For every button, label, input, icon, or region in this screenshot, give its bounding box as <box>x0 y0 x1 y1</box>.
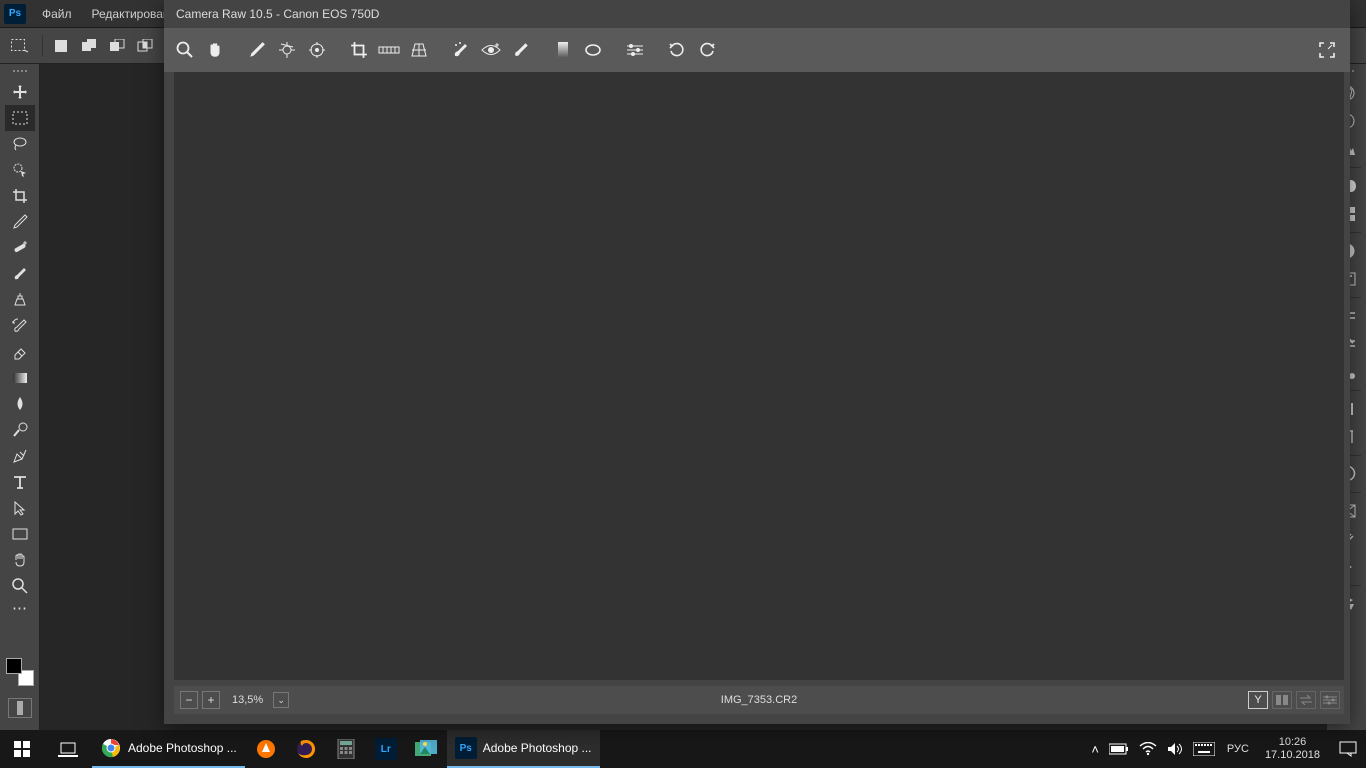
windows-taskbar: Adobe Photoshop ... Lr Ps Adobe Photosho… <box>0 730 1366 768</box>
tray-clock[interactable]: 10:26 17.10.2018 <box>1255 736 1330 762</box>
tray-keyboard-icon[interactable] <box>1193 742 1215 756</box>
pen-tool-icon[interactable] <box>5 443 35 469</box>
history-brush-tool-icon[interactable] <box>5 313 35 339</box>
tray-time: 10:26 <box>1265 736 1320 749</box>
intersect-selection-icon[interactable] <box>133 34 157 58</box>
cr-zoom-tool-icon[interactable] <box>172 37 198 63</box>
lightroom-icon: Lr <box>375 738 397 760</box>
cr-rotate-cw-icon[interactable] <box>694 37 720 63</box>
cr-settings-icon[interactable] <box>1320 691 1340 709</box>
cr-white-balance-icon[interactable] <box>244 37 270 63</box>
tray-volume-icon[interactable] <box>1167 742 1183 756</box>
subtract-selection-icon[interactable] <box>105 34 129 58</box>
taskbar-lightroom[interactable]: Lr <box>367 730 405 768</box>
cr-zoom-dropdown[interactable]: ⌄ <box>273 692 289 708</box>
cr-color-sampler-icon[interactable] <box>274 37 300 63</box>
tray-battery-icon[interactable] <box>1109 743 1129 755</box>
brush-tool-icon[interactable] <box>5 261 35 287</box>
start-button[interactable] <box>0 730 44 768</box>
cr-crop-tool-icon[interactable] <box>346 37 372 63</box>
cr-clip-shadow-icon[interactable]: Y <box>1248 691 1268 709</box>
tray-date: 17.10.2018 <box>1265 749 1320 762</box>
cr-straighten-tool-icon[interactable] <box>376 37 402 63</box>
cr-redeye-tool-icon[interactable] <box>478 37 504 63</box>
move-tool-icon[interactable] <box>5 79 35 105</box>
blur-tool-icon[interactable] <box>5 391 35 417</box>
avast-icon <box>255 738 277 760</box>
taskbar-firefox[interactable] <box>287 730 325 768</box>
camera-raw-preview[interactable] <box>174 72 1344 680</box>
marquee-tool-icon[interactable] <box>5 105 35 131</box>
add-selection-icon[interactable] <box>77 34 101 58</box>
chrome-icon <box>100 737 122 759</box>
hand-tool-icon[interactable] <box>5 547 35 573</box>
tray-language[interactable]: РУС <box>1221 743 1255 755</box>
cr-hand-tool-icon[interactable] <box>202 37 228 63</box>
cr-zoom-in-button[interactable]: + <box>202 691 220 709</box>
drag-handle-icon[interactable] <box>6 70 34 75</box>
taskbar-photoshop-label: Adobe Photoshop ... <box>483 741 592 755</box>
path-select-tool-icon[interactable] <box>5 495 35 521</box>
tray-up-icon[interactable]: ˄ <box>1091 742 1099 757</box>
lasso-tool-icon[interactable] <box>5 131 35 157</box>
quick-mask-icon[interactable] <box>8 698 32 718</box>
cr-before-after-icon[interactable] <box>1272 691 1292 709</box>
camera-raw-statusbar: − + 13,5% ⌄ IMG_7353.CR2 Y <box>174 686 1344 714</box>
foreground-background-swatch[interactable] <box>6 658 34 686</box>
separator <box>42 35 43 57</box>
camera-raw-toolbar <box>164 28 1350 72</box>
dodge-tool-icon[interactable] <box>5 417 35 443</box>
calculator-icon <box>335 738 357 760</box>
taskbar-chrome-label: Adobe Photoshop ... <box>128 741 237 755</box>
type-tool-icon[interactable] <box>5 469 35 495</box>
firefox-icon <box>295 738 317 760</box>
cr-graduated-filter-icon[interactable] <box>550 37 576 63</box>
cr-preferences-icon[interactable] <box>622 37 648 63</box>
taskbar-photos[interactable] <box>407 730 445 768</box>
taskbar-calculator[interactable] <box>327 730 365 768</box>
cr-rotate-ccw-icon[interactable] <box>664 37 690 63</box>
tray-wifi-icon[interactable] <box>1139 742 1157 756</box>
cr-fullscreen-icon[interactable] <box>1314 37 1340 63</box>
eyedropper-tool-icon[interactable] <box>5 209 35 235</box>
photos-icon <box>415 738 437 760</box>
zoom-tool-icon[interactable] <box>5 573 35 599</box>
cr-zoom-value: 13,5% <box>232 694 263 706</box>
camera-raw-title: Camera Raw 10.5 - Canon EOS 750D <box>164 0 1350 28</box>
camera-raw-window: Camera Raw 10.5 - Canon EOS 750D − + 13,… <box>164 0 1350 724</box>
photoshop-logo[interactable]: Ps <box>4 4 26 24</box>
photoshop-icon: Ps <box>455 737 477 759</box>
task-view-button[interactable] <box>46 730 90 768</box>
cr-adjustment-brush-icon[interactable] <box>508 37 534 63</box>
taskbar-photoshop[interactable]: Ps Adobe Photoshop ... <box>447 730 600 768</box>
healing-brush-tool-icon[interactable] <box>5 235 35 261</box>
clone-stamp-tool-icon[interactable] <box>5 287 35 313</box>
marquee-options-icon[interactable] <box>8 34 32 58</box>
crop-tool-icon[interactable] <box>5 183 35 209</box>
new-selection-icon[interactable] <box>49 34 73 58</box>
edit-toolbar-icon[interactable]: ⋯ <box>5 599 35 617</box>
taskbar-avast[interactable] <box>247 730 285 768</box>
gradient-tool-icon[interactable] <box>5 365 35 391</box>
taskbar-chrome[interactable]: Adobe Photoshop ... <box>92 730 245 768</box>
cr-targeted-adjust-icon[interactable] <box>304 37 330 63</box>
cr-radial-filter-icon[interactable] <box>580 37 606 63</box>
tray-notifications-icon[interactable] <box>1330 730 1366 768</box>
left-toolbar: ⋯ <box>0 64 40 730</box>
cr-transform-tool-icon[interactable] <box>406 37 432 63</box>
eraser-tool-icon[interactable] <box>5 339 35 365</box>
cr-filename: IMG_7353.CR2 <box>721 694 797 706</box>
cr-zoom-out-button[interactable]: − <box>180 691 198 709</box>
cr-swap-icon[interactable] <box>1296 691 1316 709</box>
quick-select-tool-icon[interactable] <box>5 157 35 183</box>
foreground-color-swatch[interactable] <box>6 658 22 674</box>
menu-file[interactable]: Файл <box>32 7 82 21</box>
cr-spot-removal-icon[interactable] <box>448 37 474 63</box>
rectangle-tool-icon[interactable] <box>5 521 35 547</box>
